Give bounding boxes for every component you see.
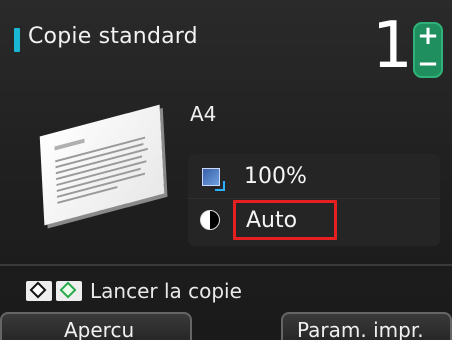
print-settings-tab[interactable]: Param. impr. <box>281 312 452 340</box>
plus-icon[interactable]: + <box>413 23 443 49</box>
document-header-line <box>54 138 85 151</box>
screen-title: Copie standard <box>28 24 198 49</box>
density-value: Auto <box>246 208 298 233</box>
zoom-value: 100% <box>244 164 307 189</box>
black-start-button[interactable] <box>26 281 52 301</box>
document-preview-thumbnail <box>39 104 165 226</box>
print-settings-tab-label: Param. impr. <box>297 318 424 340</box>
zoom-icon <box>202 168 225 191</box>
preview-tab[interactable]: Apercu <box>0 312 192 340</box>
color-start-icon <box>59 281 77 299</box>
copy-screen: Copie standard 1 + − A4 100% Auto Lancer… <box>0 0 452 340</box>
copies-stepper[interactable]: + − <box>413 22 443 78</box>
black-start-icon <box>29 281 47 299</box>
density-setting-row[interactable]: Auto <box>188 198 440 243</box>
color-start-button[interactable] <box>56 281 82 301</box>
bottom-divider <box>0 264 452 266</box>
preview-tab-label: Apercu <box>64 318 135 340</box>
copies-count: 1 <box>372 9 413 83</box>
contrast-icon <box>200 210 220 230</box>
copy-settings-panel: 100% Auto <box>188 154 440 246</box>
minus-icon[interactable]: − <box>413 51 443 77</box>
paper-size-label: A4 <box>190 102 217 126</box>
title-accent-bar <box>14 28 20 52</box>
start-copy-label: Lancer la copie <box>90 279 242 303</box>
zoom-setting-row[interactable]: 100% <box>188 154 440 198</box>
density-highlight-box[interactable]: Auto <box>233 200 337 240</box>
